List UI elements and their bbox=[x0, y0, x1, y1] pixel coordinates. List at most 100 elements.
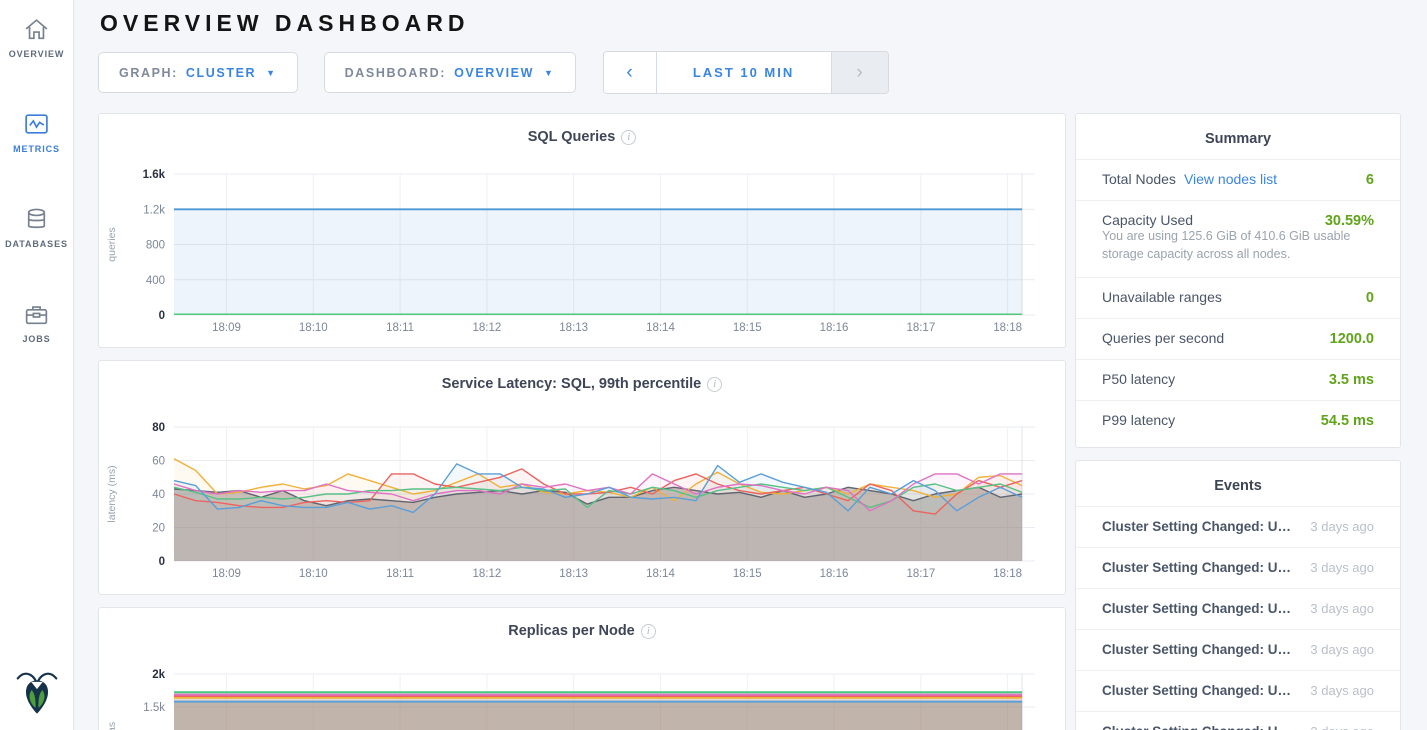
svg-text:18:16: 18:16 bbox=[820, 322, 849, 334]
chart-panel-sql-queries: SQL Queriesi 0 400 800 1.2k 1.6k 18:09 18:10 18… bbox=[98, 113, 1066, 348]
chart-title: Service Latency: SQL, 99th percentilei bbox=[99, 376, 1065, 392]
svg-text:18:10: 18:10 bbox=[299, 322, 328, 334]
svg-text:1.5k: 1.5k bbox=[143, 702, 165, 714]
info-icon[interactable]: i bbox=[641, 624, 656, 639]
service-latency-chart[interactable]: 0 20 40 60 80 18:09 18:10 18:11 18:12 18:13 18:14 1… bbox=[99, 361, 1067, 596]
sidebar-item-label: DATABASES bbox=[5, 239, 68, 249]
svg-text:400: 400 bbox=[146, 275, 165, 287]
summary-card: Summary Total Nodes View nodes list 6 Ca… bbox=[1075, 113, 1401, 448]
event-row[interactable]: Cluster Setting Changed: U… 3 days ago bbox=[1076, 506, 1400, 547]
sql-queries-chart[interactable]: 0 400 800 1.2k 1.6k 18:09 18:10 18:11 18:12 18:13… bbox=[99, 114, 1067, 349]
svg-text:18:13: 18:13 bbox=[559, 568, 588, 580]
sidebar-item-label: JOBS bbox=[22, 334, 50, 344]
chart-panel-service-latency: Service Latency: SQL, 99th percentilei 0… bbox=[98, 360, 1066, 595]
svg-text:0: 0 bbox=[159, 556, 165, 568]
graph-dropdown-value: CLUSTER bbox=[186, 66, 256, 80]
svg-text:18:14: 18:14 bbox=[646, 568, 675, 580]
charts-column: SQL Queriesi 04008001.2k1.6k18:0918:1018… bbox=[98, 113, 1066, 730]
svg-text:18:17: 18:17 bbox=[906, 568, 935, 580]
svg-text:18:09: 18:09 bbox=[212, 322, 241, 334]
event-row[interactable]: Cluster Setting Changed: U… 3 days ago bbox=[1076, 547, 1400, 588]
sidebar: OVERVIEW METRICS DATABASES JOBS bbox=[0, 0, 74, 730]
sidebar-item-jobs[interactable]: JOBS bbox=[0, 299, 73, 354]
time-range-picker: ‹ LAST 10 MIN › bbox=[603, 51, 889, 94]
chevron-down-icon: ▼ bbox=[266, 68, 277, 78]
sidebar-item-label: METRICS bbox=[13, 144, 60, 154]
svg-text:18:18: 18:18 bbox=[993, 322, 1022, 334]
svg-text:18:14: 18:14 bbox=[646, 322, 675, 334]
dashboard-dropdown-value: OVERVIEW bbox=[454, 66, 534, 80]
chevron-down-icon: ▼ bbox=[544, 68, 555, 78]
summary-row-p50: P50 latency 3.5 ms bbox=[1076, 359, 1400, 400]
sidebar-item-overview[interactable]: OVERVIEW bbox=[0, 14, 73, 69]
cockroachdb-logo[interactable] bbox=[0, 664, 74, 718]
events-card: Events Cluster Setting Changed: U… 3 day… bbox=[1075, 460, 1401, 730]
qps-value: 1200.0 bbox=[1330, 331, 1374, 347]
total-nodes-value: 6 bbox=[1366, 172, 1374, 188]
svg-text:40: 40 bbox=[152, 489, 165, 501]
summary-row-qps: Queries per second 1200.0 bbox=[1076, 318, 1400, 359]
svg-text:18:12: 18:12 bbox=[472, 322, 501, 334]
summary-row-p99: P99 latency 54.5 ms bbox=[1076, 400, 1400, 441]
app-root: OVERVIEW METRICS DATABASES JOBS bbox=[0, 0, 1427, 730]
sidebar-item-label: OVERVIEW bbox=[9, 49, 65, 59]
summary-row-total-nodes: Total Nodes View nodes list 6 bbox=[1076, 159, 1400, 200]
unavailable-ranges-value: 0 bbox=[1366, 290, 1374, 306]
info-icon[interactable]: i bbox=[707, 377, 722, 392]
svg-text:18:16: 18:16 bbox=[820, 568, 849, 580]
svg-text:18:13: 18:13 bbox=[559, 322, 588, 334]
event-row[interactable]: Cluster Setting Changed: U… 3 days ago bbox=[1076, 588, 1400, 629]
time-range-value[interactable]: LAST 10 MIN bbox=[656, 52, 832, 93]
info-icon[interactable]: i bbox=[621, 130, 636, 145]
svg-text:18:15: 18:15 bbox=[733, 568, 762, 580]
svg-text:queries: queries bbox=[106, 227, 118, 261]
chart-panel-replicas-per-node: Replicas per Nodei 05001k1.5k2k18:0918:1… bbox=[98, 607, 1066, 730]
svg-text:18:18: 18:18 bbox=[993, 568, 1022, 580]
svg-text:18:10: 18:10 bbox=[299, 568, 328, 580]
svg-text:replicas: replicas bbox=[106, 722, 118, 730]
view-nodes-list-link[interactable]: View nodes list bbox=[1184, 171, 1277, 187]
jobs-icon bbox=[23, 301, 50, 328]
home-icon bbox=[23, 16, 50, 43]
databases-icon bbox=[23, 206, 50, 233]
side-column: Summary Total Nodes View nodes list 6 Ca… bbox=[1075, 113, 1401, 730]
events-title: Events bbox=[1076, 461, 1400, 506]
chart-title: Replicas per Nodei bbox=[99, 623, 1065, 639]
page-title: OVERVIEW DASHBOARD bbox=[100, 10, 1402, 37]
event-row[interactable]: Cluster Setting Changed: U… 3 days ago bbox=[1076, 670, 1400, 711]
summary-row-unavailable: Unavailable ranges 0 bbox=[1076, 277, 1400, 318]
sidebar-item-databases[interactable]: DATABASES bbox=[0, 204, 73, 259]
dashboard-dropdown[interactable]: DASHBOARD: OVERVIEW ▼ bbox=[324, 52, 576, 93]
event-row[interactable]: Cluster Setting Changed: U… 3 days ago bbox=[1076, 711, 1400, 730]
summary-title: Summary bbox=[1076, 114, 1400, 159]
p99-latency-value: 54.5 ms bbox=[1321, 413, 1374, 429]
svg-text:1.2k: 1.2k bbox=[143, 204, 165, 216]
svg-text:18:12: 18:12 bbox=[472, 568, 501, 580]
dashboard-dropdown-label: DASHBOARD: bbox=[345, 66, 446, 80]
svg-text:18:17: 18:17 bbox=[906, 322, 935, 334]
svg-text:18:11: 18:11 bbox=[386, 568, 414, 580]
svg-text:800: 800 bbox=[146, 240, 165, 252]
time-prev-button[interactable]: ‹ bbox=[604, 52, 656, 93]
svg-text:18:09: 18:09 bbox=[212, 568, 241, 580]
svg-text:1.6k: 1.6k bbox=[143, 169, 166, 181]
capacity-description: You are using 125.6 GiB of 410.6 GiB usa… bbox=[1076, 227, 1400, 277]
controls-bar: GRAPH: CLUSTER ▼ DASHBOARD: OVERVIEW ▼ ‹… bbox=[98, 51, 1402, 94]
svg-text:60: 60 bbox=[152, 456, 165, 468]
graph-dropdown-label: GRAPH: bbox=[119, 66, 178, 80]
svg-text:20: 20 bbox=[152, 523, 165, 535]
p50-latency-value: 3.5 ms bbox=[1329, 372, 1374, 388]
main-content: OVERVIEW DASHBOARD GRAPH: CLUSTER ▼ DASH… bbox=[74, 0, 1427, 730]
metrics-icon bbox=[23, 111, 50, 138]
svg-text:18:11: 18:11 bbox=[386, 322, 414, 334]
sidebar-item-metrics[interactable]: METRICS bbox=[0, 109, 73, 164]
svg-text:0: 0 bbox=[159, 310, 165, 322]
chart-title: SQL Queriesi bbox=[99, 129, 1065, 145]
svg-text:18:15: 18:15 bbox=[733, 322, 762, 334]
graph-dropdown[interactable]: GRAPH: CLUSTER ▼ bbox=[98, 52, 298, 93]
event-row[interactable]: Cluster Setting Changed: U… 3 days ago bbox=[1076, 629, 1400, 670]
svg-text:latency (ms): latency (ms) bbox=[106, 465, 118, 522]
svg-text:80: 80 bbox=[152, 422, 165, 434]
svg-text:2k: 2k bbox=[152, 669, 165, 681]
time-next-button[interactable]: › bbox=[832, 52, 888, 93]
